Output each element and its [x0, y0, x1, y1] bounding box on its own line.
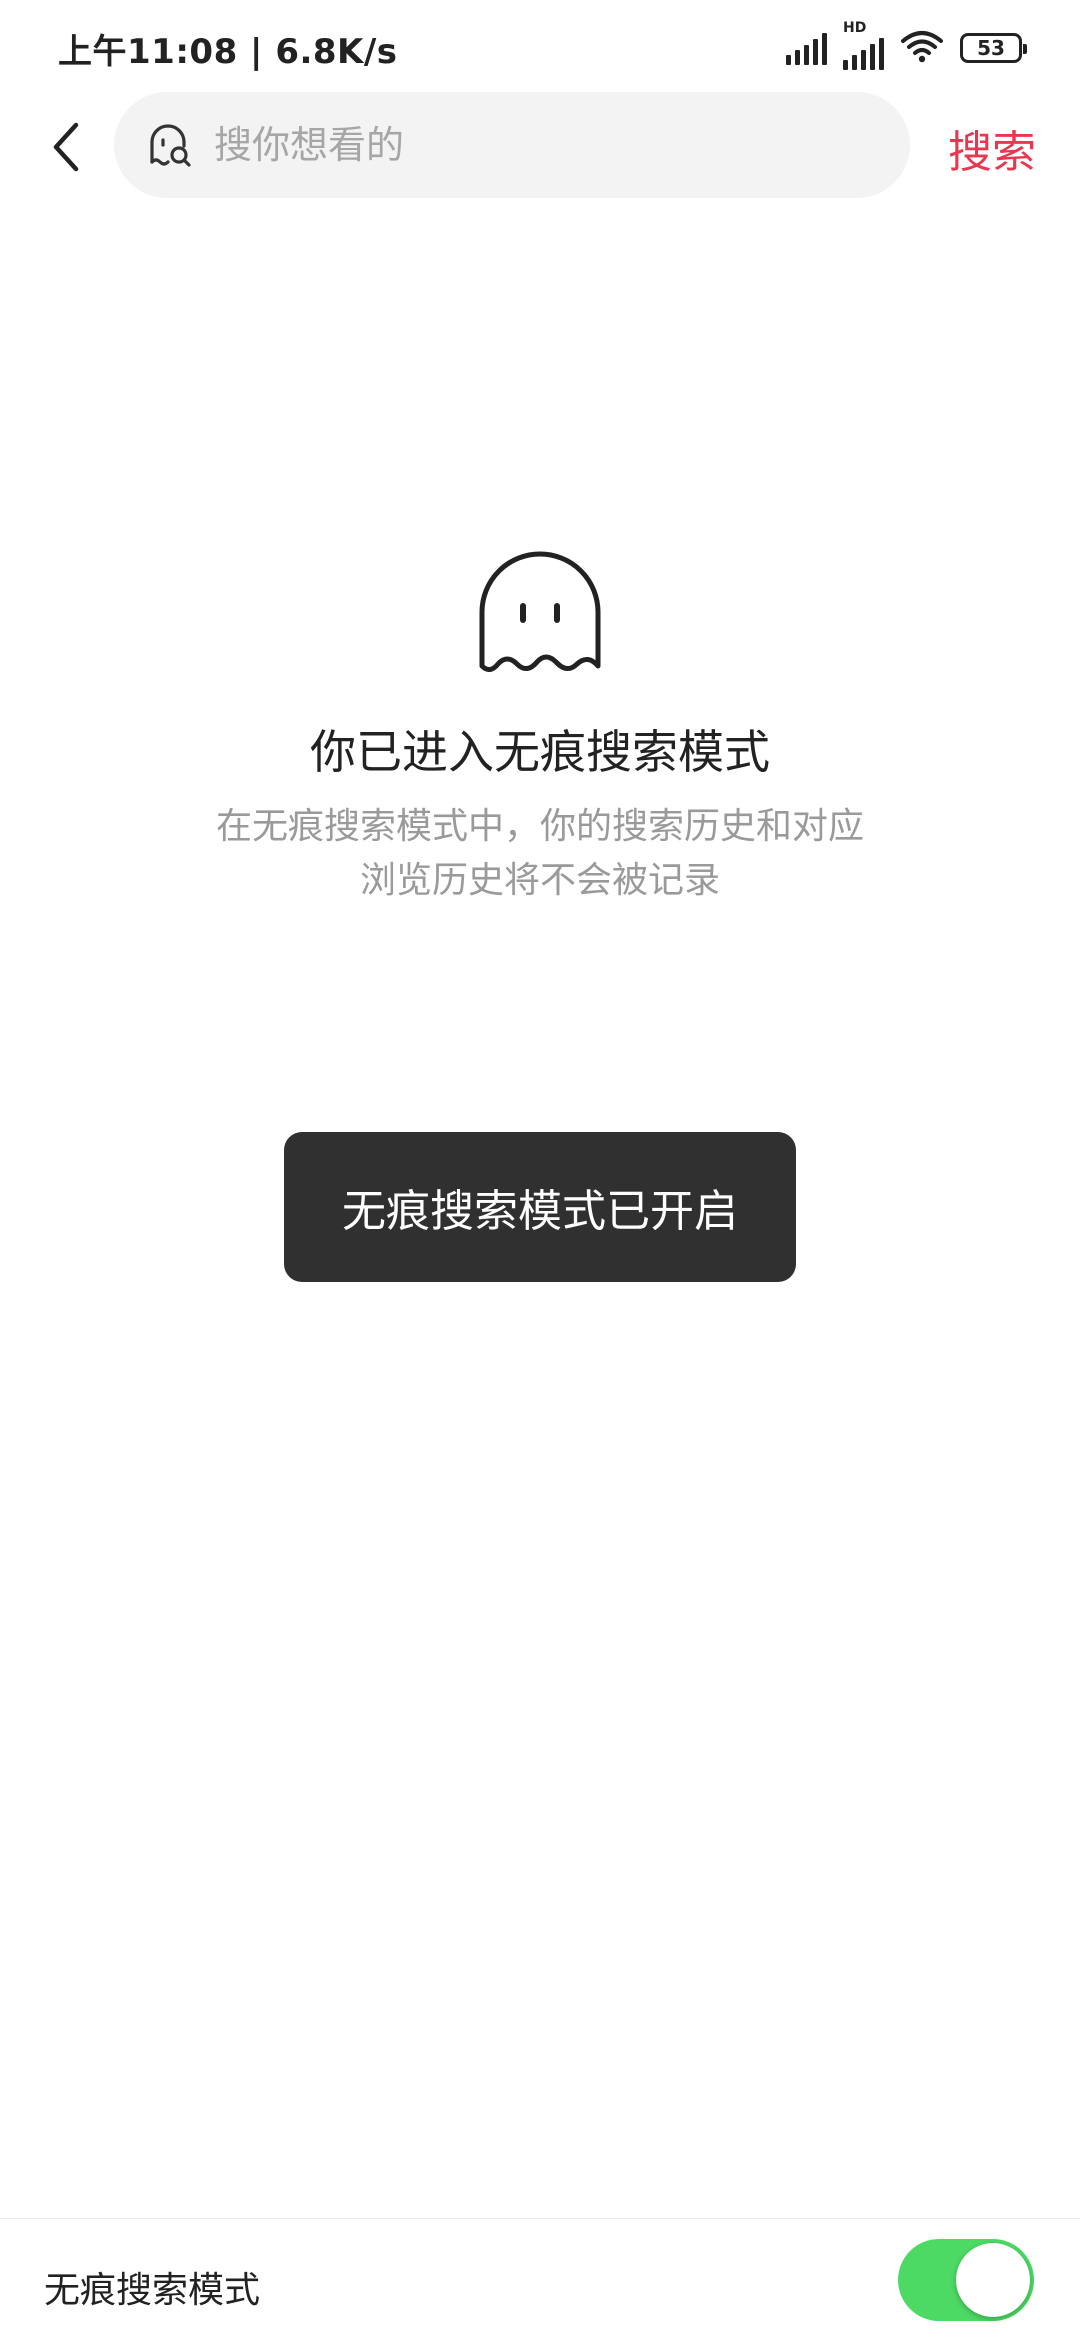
incognito-title: 你已进入无痕搜索模式 [310, 725, 770, 779]
battery-level: 53 [977, 36, 1005, 60]
toggle-knob [956, 2243, 1030, 2317]
search-header: 搜索 [0, 92, 1080, 202]
status-time-speed: 上午11:08 | 6.8K/s [58, 31, 398, 72]
ghost-icon [479, 551, 601, 672]
wifi-icon [900, 29, 944, 67]
search-input[interactable] [212, 122, 856, 168]
incognito-mode-bar: 无痕搜索模式 [0, 2218, 1080, 2340]
chevron-left-icon [53, 122, 79, 172]
description-line-1: 在无痕搜索模式中，你的搜索历史和对应 [215, 806, 864, 847]
cell-signal-icon [786, 31, 827, 65]
hd-label: HD [843, 20, 867, 36]
battery-icon: 53 [960, 33, 1027, 63]
incognito-mode-label: 无痕搜索模式 [44, 2270, 261, 2311]
incognito-mode-toggle[interactable] [898, 2239, 1034, 2321]
incognito-search-screen: 上午11:08 | 6.8K/s HD 53 搜你想看的 搜索 你已进入无痕搜索… [0, 0, 1080, 2340]
search-button[interactable]: 搜索 [948, 116, 1036, 180]
description-line-2: 浏览历史将不会被记录 [359, 860, 720, 901]
toast-message: 无痕搜索模式已开启 [342, 1186, 738, 1237]
hd-signal-icon: HD [843, 20, 884, 70]
status-icons: HD 53 [786, 20, 1027, 70]
back-button[interactable] [36, 112, 96, 182]
status-bar: 上午11:08 | 6.8K/s HD 53 [0, 0, 1080, 96]
toast: 无痕搜索模式已开启 [284, 1132, 796, 1282]
ghost-search-icon [144, 120, 194, 170]
incognito-description: 在无痕搜索模式中，你的搜索历史和对应 浏览历史将不会被记录 [160, 800, 920, 908]
search-box[interactable] [114, 92, 910, 198]
